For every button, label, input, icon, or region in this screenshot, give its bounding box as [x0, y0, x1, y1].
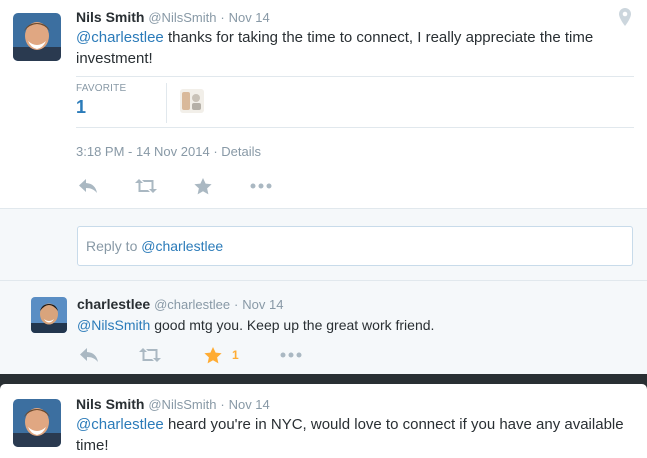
- tweet-time[interactable]: Nov 14: [229, 397, 270, 412]
- author-username[interactable]: @NilsSmith: [148, 10, 216, 25]
- favorite-stat-count: 1: [76, 97, 87, 117]
- tweet-text-line2: investment!: [76, 50, 153, 67]
- reply-tweet: charlestlee @charlestlee · Nov 14 @NilsS…: [0, 280, 647, 374]
- meta-separator: ·: [209, 144, 222, 159]
- mention-link[interactable]: @charlestlee: [76, 416, 164, 433]
- separator-dot: ·: [234, 297, 239, 312]
- reply-input[interactable]: Reply to @charlestlee: [77, 226, 633, 266]
- favorite-stat[interactable]: FAVORITE 1: [76, 83, 167, 123]
- retweet-button[interactable]: [134, 176, 158, 196]
- tweet-text-line2: time!: [76, 437, 109, 454]
- reply-mention: @charlestlee: [141, 238, 224, 254]
- favorite-star-icon: [204, 346, 222, 363]
- author-fullname[interactable]: charlestlee: [77, 296, 150, 312]
- favorite-button[interactable]: 1: [204, 345, 239, 365]
- tweet-text-body: good mtg you. Keep up the great work fri…: [150, 317, 435, 333]
- avatar[interactable]: [13, 13, 61, 61]
- avatar[interactable]: [31, 297, 67, 333]
- tweet-header: Nils Smith @NilsSmith · Nov 14: [76, 396, 270, 412]
- geo-pin-icon[interactable]: [619, 8, 631, 29]
- tweet-stats: FAVORITE 1: [76, 76, 634, 128]
- tweet-actions: 1: [77, 345, 307, 365]
- author-username[interactable]: @NilsSmith: [148, 397, 216, 412]
- more-icon: [280, 352, 302, 358]
- tweet-time[interactable]: Nov 14: [242, 297, 283, 312]
- author-username[interactable]: @charlestlee: [154, 297, 230, 312]
- expanded-tweet: Nils Smith @NilsSmith · Nov 14 @charlest…: [0, 0, 647, 208]
- tweet-header: Nils Smith @NilsSmith · Nov 14: [76, 9, 270, 25]
- tweet-header: charlestlee @charlestlee · Nov 14: [77, 296, 283, 312]
- tweet-text: @charlestlee heard you're in NYC, would …: [76, 414, 636, 456]
- separator-dot: ·: [220, 10, 225, 25]
- tweet-text-line1: thanks for taking the time to connect, I…: [163, 29, 594, 46]
- more-icon: [250, 183, 272, 189]
- reply-prefix: Reply to: [86, 238, 142, 254]
- tweet-meta: 3:18 PM - 14 Nov 2014 · Details: [76, 144, 261, 159]
- tweet-time[interactable]: Nov 14: [229, 10, 270, 25]
- retweet-icon: [135, 179, 157, 193]
- avatar[interactable]: [13, 399, 61, 447]
- favorite-stat-label: FAVORITE: [76, 83, 127, 94]
- tweet-text: @charlestlee thanks for taking the time …: [76, 27, 636, 69]
- details-link[interactable]: Details: [221, 144, 261, 159]
- favorite-button[interactable]: [194, 176, 212, 196]
- retweet-icon: [139, 348, 161, 362]
- tweet-text-line1: heard you're in NYC, would love to conne…: [163, 416, 624, 433]
- more-button[interactable]: [250, 176, 272, 196]
- more-button[interactable]: [280, 345, 302, 365]
- tweet-actions: [76, 176, 296, 196]
- reply-area: Reply to @charlestlee: [0, 208, 647, 280]
- separator-dot: ·: [220, 397, 225, 412]
- favoriter-avatar[interactable]: [180, 89, 204, 113]
- retweet-button[interactable]: [138, 345, 162, 365]
- favorite-count: 1: [232, 348, 239, 362]
- tweet-timestamp[interactable]: 3:18 PM - 14 Nov 2014: [76, 144, 210, 159]
- mention-link[interactable]: @charlestlee: [76, 29, 164, 46]
- reply-button[interactable]: [78, 176, 98, 196]
- author-fullname[interactable]: Nils Smith: [76, 9, 144, 25]
- tweet-text: @NilsSmith good mtg you. Keep up the gre…: [77, 315, 434, 335]
- reply-icon: [80, 348, 98, 362]
- reply-button[interactable]: [79, 345, 99, 365]
- favorite-star-icon: [194, 177, 212, 194]
- reply-icon: [79, 179, 97, 193]
- mention-link[interactable]: @NilsSmith: [77, 317, 150, 333]
- author-fullname[interactable]: Nils Smith: [76, 396, 144, 412]
- next-tweet[interactable]: Nils Smith @NilsSmith · Nov 14 @charlest…: [0, 384, 647, 458]
